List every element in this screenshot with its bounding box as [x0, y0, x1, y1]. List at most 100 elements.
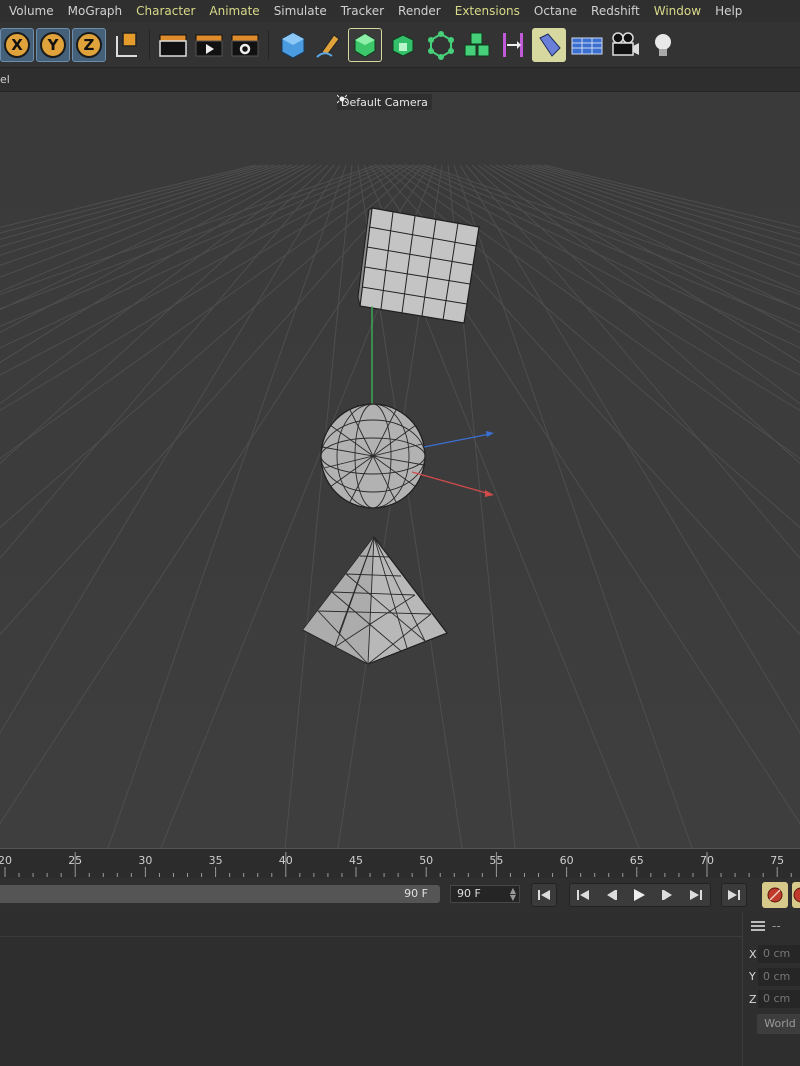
record-icon	[767, 887, 783, 903]
menu-animate[interactable]: Animate	[202, 4, 266, 18]
go-to-start-button[interactable]	[531, 883, 557, 907]
mograph-cloner-button[interactable]	[424, 28, 458, 62]
z-coordinate-label: Z	[749, 993, 757, 1006]
skip-to-end-icon	[728, 890, 740, 900]
light-button[interactable]	[646, 28, 680, 62]
previous-frame-button[interactable]	[598, 883, 624, 907]
array-button[interactable]	[460, 28, 494, 62]
spinner-arrows-icon[interactable]: ▲ ▼	[510, 887, 516, 902]
add-cube-button[interactable]	[276, 28, 310, 62]
go-to-end-button[interactable]	[721, 883, 747, 907]
viewport-menu-bar: el	[0, 68, 800, 92]
clapper-gear-icon	[231, 34, 259, 57]
lock-y-axis-button[interactable]: Y	[36, 28, 70, 62]
camera-icon	[612, 32, 639, 56]
skip-to-start-icon	[538, 890, 550, 900]
transport-bar: 90 F 90 F ▲ ▼	[0, 878, 800, 912]
step-forward-icon	[662, 890, 672, 900]
cinema4d-window: Volume MoGraph Character Animate Simulat…	[0, 0, 800, 1066]
lock-z-axis-button[interactable]: Z	[72, 28, 106, 62]
previous-key-button[interactable]	[570, 883, 596, 907]
coordinate-system-icon	[116, 32, 137, 57]
render-picture-viewer-button[interactable]	[192, 28, 226, 62]
x-axis-icon: X	[4, 32, 30, 58]
pen-tool-button[interactable]	[312, 28, 346, 62]
ruler-tick-label: 35	[208, 854, 223, 867]
field-icon	[539, 33, 561, 57]
clapper-board-icon	[159, 34, 187, 57]
play-button[interactable]	[626, 883, 652, 907]
menu-extensions[interactable]: Extensions	[448, 4, 527, 18]
next-key-button[interactable]	[683, 883, 709, 907]
menu-mograph[interactable]: MoGraph	[61, 4, 130, 18]
deformer-button[interactable]	[496, 28, 530, 62]
step-back-icon	[607, 890, 617, 900]
menu-redshift[interactable]: Redshift	[584, 4, 647, 18]
viewport-panel-menu[interactable]: el	[0, 73, 10, 86]
hamburger-menu-icon[interactable]	[751, 921, 765, 931]
coordinates-panel: -- X 0 cm Y 0 cm Z 0 cm World	[742, 912, 800, 1066]
field-button[interactable]	[532, 28, 566, 62]
coordinate-space-dropdown[interactable]: World	[757, 1014, 800, 1034]
clapper-play-icon	[195, 34, 223, 57]
menu-volume[interactable]: Volume	[0, 4, 61, 18]
material-manager-panel[interactable]	[0, 912, 742, 1066]
menu-simulate[interactable]: Simulate	[267, 4, 334, 18]
camera-label-text: Default Camera	[341, 95, 428, 109]
menu-window[interactable]: Window	[647, 4, 708, 18]
ruler-tick-label: 20	[0, 854, 12, 867]
menu-character[interactable]: Character	[129, 4, 202, 18]
cloner-icon	[428, 31, 454, 60]
menu-octane[interactable]: Octane	[527, 4, 584, 18]
ruler-tick-label: 50	[419, 854, 434, 867]
end-frame-value: 90 F	[457, 887, 481, 900]
timeline-ruler[interactable]: 20 25 30 35 40 45 50 55 60 65 70 75	[0, 848, 800, 878]
menu-help[interactable]: Help	[708, 4, 749, 18]
frame-range-slider[interactable]: 90 F	[0, 885, 440, 903]
autokeying-button[interactable]	[792, 882, 800, 908]
lock-x-axis-button[interactable]: X	[0, 28, 34, 62]
floor-button[interactable]	[570, 28, 604, 62]
panel-divider	[0, 936, 742, 937]
next-frame-button[interactable]	[655, 883, 681, 907]
cube-object[interactable]	[357, 206, 480, 324]
frame-range-value: 90 F	[404, 887, 428, 900]
viewport-scene[interactable]	[0, 92, 800, 848]
z-position-field[interactable]: 0 cm	[758, 990, 800, 1008]
z-axis-icon: Z	[76, 32, 102, 58]
autokey-icon	[793, 887, 800, 903]
render-settings-button[interactable]	[228, 28, 262, 62]
render-view-button[interactable]	[156, 28, 190, 62]
light-bulb-icon	[655, 34, 671, 56]
y-position-field[interactable]: 0 cm	[758, 968, 800, 986]
next-key-icon	[690, 890, 702, 900]
bend-deformer-icon	[503, 33, 523, 57]
camera-button[interactable]	[608, 28, 642, 62]
ruler-tick-label: 70	[700, 854, 714, 867]
ruler-tick-label: 25	[68, 854, 83, 867]
menu-bar: Volume MoGraph Character Animate Simulat…	[0, 0, 800, 22]
ruler-tick-label: 30	[138, 854, 153, 867]
floor-grid-icon	[571, 37, 603, 55]
ruler-ticks	[4, 852, 792, 877]
pen-icon	[316, 34, 340, 58]
extrude-icon	[392, 34, 414, 57]
menu-render[interactable]: Render	[391, 4, 448, 18]
record-active-objects-button[interactable]	[762, 882, 788, 908]
extrude-button[interactable]	[386, 28, 420, 62]
coordinates-header: --	[772, 919, 781, 933]
main-toolbar: X Y Z	[0, 22, 800, 68]
y-coordinate-label: Y	[749, 970, 756, 983]
ruler-tick-label: 55	[489, 854, 504, 867]
subdivision-surface-button[interactable]	[348, 28, 382, 62]
camera-target-icon	[337, 94, 347, 104]
x-position-field[interactable]: 0 cm	[758, 945, 800, 963]
subdivision-cube-icon	[354, 33, 376, 58]
camera-label[interactable]: Default Camera	[337, 94, 432, 110]
perspective-viewport[interactable]: Default Camera	[0, 92, 800, 848]
ruler-tick-label: 60	[559, 854, 574, 867]
coordinate-system-button[interactable]	[110, 28, 144, 62]
menu-tracker[interactable]: Tracker	[334, 4, 391, 18]
end-frame-field[interactable]: 90 F ▲ ▼	[450, 885, 520, 903]
sphere-object[interactable]	[320, 403, 426, 509]
